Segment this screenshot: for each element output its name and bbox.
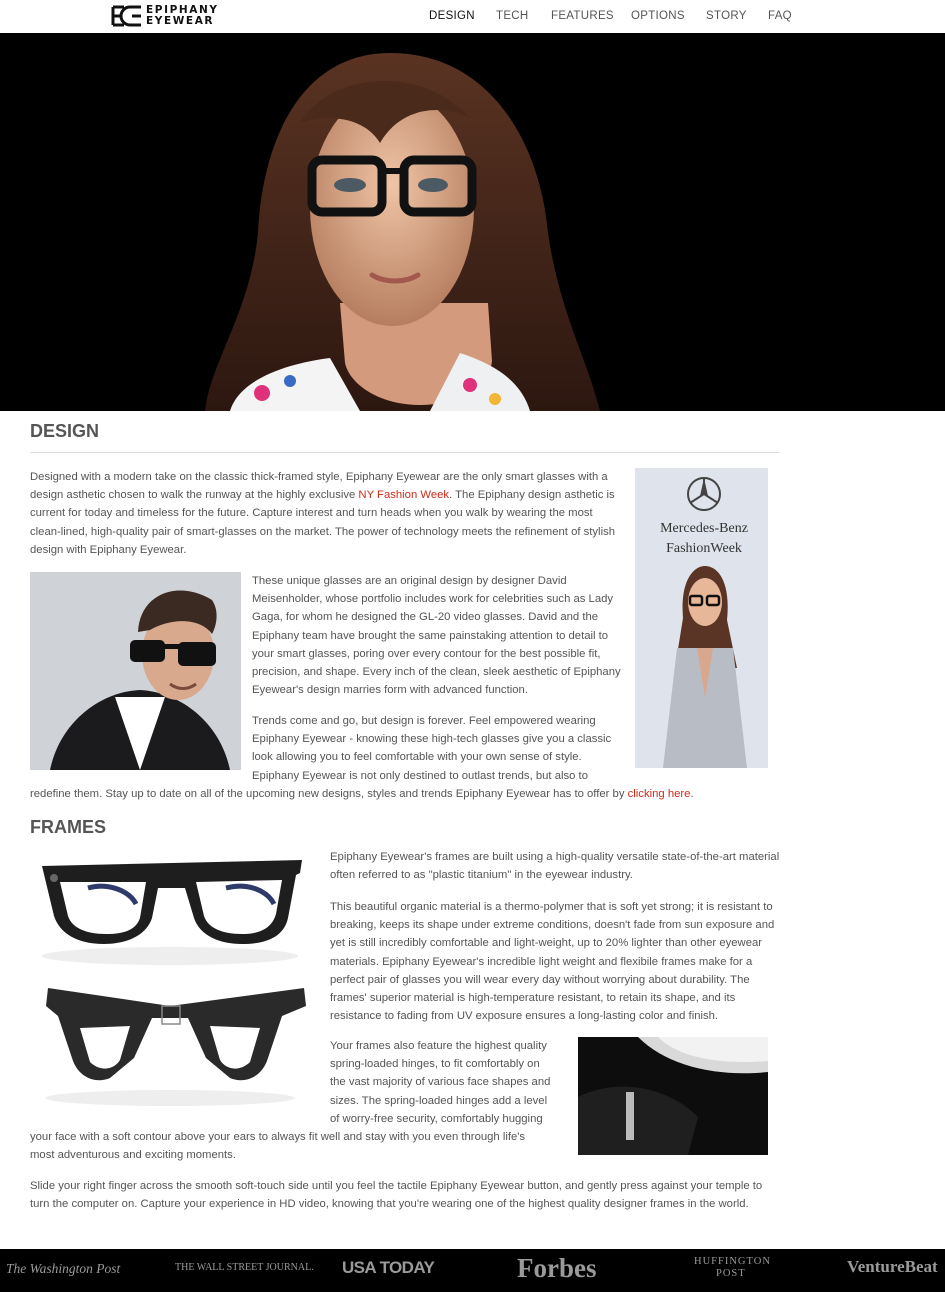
top-nav: EPIPHANY EYEWEAR DESIGN TECH FEATURES OP… [0,0,945,33]
hero-model-illustration [205,53,600,411]
mercedes-benz-text: Mercedes-Benz [660,521,748,536]
design-p3-end: . [690,788,694,800]
design-paragraph-3b: redefine them. Stay up to date on all of… [30,785,730,803]
frames-paragraph-2: This beautiful organic material is a the… [330,901,775,1023]
press-logo-venturebeat: VentureBeat [847,1257,938,1276]
nav-item-faq[interactable]: FAQ [768,10,792,22]
nav-item-tech[interactable]: TECH [496,10,529,22]
nav-item-story[interactable]: STORY [706,10,747,22]
design-paragraph-3a: Trends come and go, but design is foreve… [252,715,612,782]
design-heading: DESIGN [30,421,100,441]
fashion-week-illustration: Mercedes-Benz FashionWeek [660,477,748,768]
designer-portrait-illustration [30,572,241,770]
hinge-closeup-illustration [578,1037,768,1155]
section-divider [30,452,779,453]
nav-item-features[interactable]: FEATURES [551,10,614,22]
frames-heading: FRAMES [30,817,106,837]
clicking-here-link[interactable]: clicking here [628,788,691,800]
hero-image [0,33,945,411]
press-logo-huffington: HUFFINGTON [694,1256,771,1267]
frames-product-image [30,848,310,1113]
frames-paragraph-3a: Your frames also feature the highest qua… [330,1040,551,1125]
nav-item-options[interactable]: OPTIONS [631,10,685,22]
design-paragraph-2: These unique glasses are an original des… [252,575,621,697]
press-logo-wall-street-journal: THE WALL STREET JOURNAL. [175,1262,314,1273]
hinge-closeup-image [578,1037,768,1155]
fashion-week-text: FashionWeek [666,541,742,556]
frames-paragraph-1: Epiphany Eyewear's frames are built usin… [330,851,780,882]
designer-portrait-image [30,572,241,770]
press-logo-forbes: Forbes [517,1253,597,1283]
press-logo-washington-post: The Washington Post [6,1261,121,1276]
frames-paragraph-4: Slide your right finger across the smoot… [30,1180,763,1211]
frames-paragraph-3b: your face with a soft contour above your… [30,1131,526,1162]
design-paragraph-1: Designed with a modern take on the class… [30,468,622,559]
frames-product-illustration [42,860,306,1106]
press-logos-bar: The Washington Post THE WALL STREET JOUR… [0,1249,945,1292]
design-p3-text-b: redefine them. Stay up to date on all of… [30,788,628,800]
mercedes-fashion-week-image: Mercedes-Benz FashionWeek [635,468,768,768]
ny-fashion-week-link[interactable]: NY Fashion Week [358,489,449,501]
press-logo-usa-today: USA TODAY [342,1258,435,1277]
press-logo-huffington-post: POST [716,1268,746,1279]
nav-links: DESIGN TECH FEATURES OPTIONS STORY FAQ [0,10,945,24]
nav-item-design[interactable]: DESIGN [429,10,475,22]
